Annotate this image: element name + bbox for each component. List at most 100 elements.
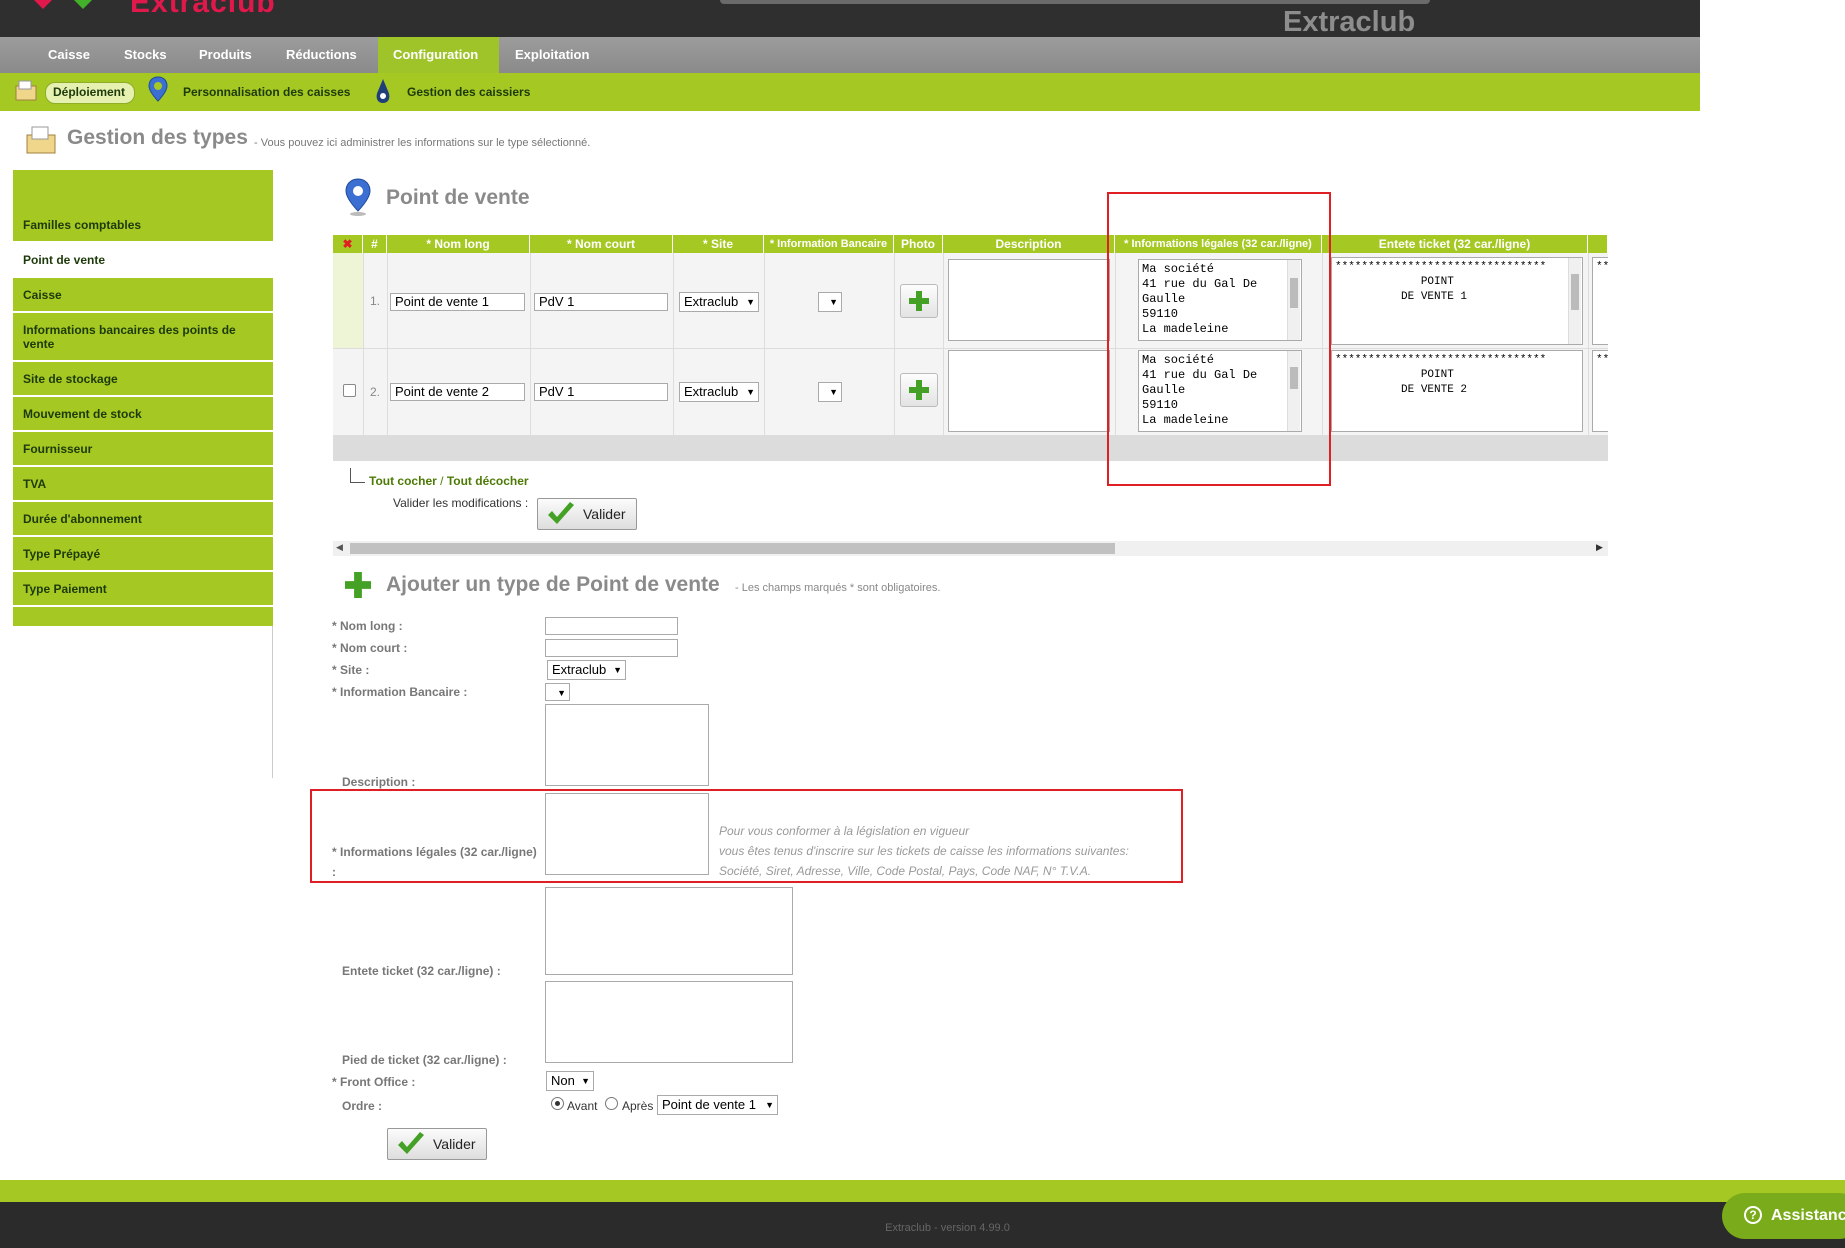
- nav-stocks[interactable]: Stocks: [124, 37, 167, 73]
- nav-reductions[interactable]: Réductions: [286, 37, 357, 73]
- section-title-point-de-vente: Point de vente: [386, 186, 530, 209]
- validate-grid-button-label: Valider: [583, 506, 626, 522]
- ordre-apres-radio[interactable]: [605, 1097, 618, 1110]
- col-separator: [1588, 253, 1589, 435]
- subnav-personnalisation[interactable]: Personnalisation des caisses: [183, 73, 350, 111]
- ordre-avant-label: Avant: [567, 1099, 598, 1113]
- row-entete-textarea[interactable]: ******************************** POINT D…: [1331, 257, 1583, 345]
- col-header-nom-court[interactable]: * Nom court: [530, 235, 673, 253]
- sidebar-item-type-paiement[interactable]: Type Paiement: [13, 572, 273, 607]
- chevron-down-icon: ▼: [765, 1100, 774, 1110]
- col-separator: [894, 253, 895, 435]
- col-header-site[interactable]: * Site: [673, 235, 764, 253]
- col-header-description[interactable]: Description: [943, 235, 1115, 253]
- site-select-value: Extraclub: [552, 662, 607, 677]
- sidebar-top: [13, 170, 273, 208]
- sidebar-item-infos-bancaires[interactable]: Informations bancaires des points de ven…: [13, 313, 273, 362]
- chevron-down-icon: ▼: [746, 387, 755, 397]
- horizontal-scrollbar-thumb[interactable]: [350, 543, 1115, 554]
- col-separator: [363, 253, 364, 435]
- nav-configuration[interactable]: Configuration: [393, 37, 478, 73]
- ordre-ref-select[interactable]: Point de vente 1 ▼: [657, 1095, 778, 1115]
- site-select[interactable]: Extraclub ▼: [547, 660, 626, 680]
- row-nom-long-input[interactable]: Point de vente 1: [390, 293, 525, 311]
- ordre-apres-label: Après: [622, 1099, 654, 1113]
- validate-grid-button[interactable]: Valider: [537, 498, 637, 530]
- col-header-info-bancaire[interactable]: * Information Bancaire: [764, 235, 894, 253]
- validate-modifications-label: Valider les modifications :: [393, 496, 529, 510]
- map-pin-icon: [148, 76, 168, 102]
- col-header-entete[interactable]: Entete ticket (32 car./ligne): [1322, 235, 1588, 253]
- subnav-deploiement[interactable]: Déploiement: [53, 73, 125, 111]
- info-bancaire-select[interactable]: ▼: [545, 683, 570, 701]
- chevron-down-icon: ▼: [613, 665, 622, 675]
- col-header-nom-long[interactable]: * Nom long: [387, 235, 530, 253]
- row-info-bancaire-select[interactable]: ▼: [818, 382, 842, 402]
- sidebar-item-familles[interactable]: Familles comptables: [13, 208, 273, 243]
- row-checkbox[interactable]: [343, 384, 356, 397]
- add-submit-button[interactable]: Valider: [387, 1128, 487, 1160]
- row-next-col-textarea[interactable]: **: [1592, 350, 1608, 432]
- row-info-bancaire-select[interactable]: ▼: [818, 292, 842, 312]
- cashier-icon: [376, 79, 390, 103]
- chevron-down-icon: ▼: [829, 387, 838, 397]
- delete-icon[interactable]: ✖: [342, 237, 352, 251]
- sidebar-item-point-de-vente[interactable]: Point de vente: [13, 243, 273, 278]
- logo-text: Extraclub: [130, 0, 276, 19]
- scroll-left-icon[interactable]: ◀: [336, 542, 343, 553]
- chevron-down-icon: ▼: [557, 688, 566, 698]
- label-info-bancaire: * Information Bancaire :: [332, 685, 468, 699]
- add-photo-button[interactable]: [900, 373, 938, 407]
- description-textarea[interactable]: [545, 704, 709, 786]
- label-entete-ticket: Entete ticket (32 car./ligne) :: [342, 964, 501, 978]
- ordre-avant-radio[interactable]: [551, 1097, 564, 1110]
- pied-ticket-textarea[interactable]: [545, 981, 793, 1063]
- row-next-col-textarea[interactable]: **: [1592, 257, 1608, 345]
- sidebar-item-duree-abonnement[interactable]: Durée d'abonnement: [13, 502, 273, 537]
- front-office-value: Non: [551, 1073, 575, 1088]
- footer-version: Extraclub - version 4.99.0: [885, 1222, 1010, 1234]
- entete-ticket-textarea[interactable]: [545, 887, 793, 975]
- nav-produits[interactable]: Produits: [199, 37, 252, 73]
- checkmark-icon: [398, 1132, 424, 1154]
- row-nom-court-input[interactable]: PdV 1: [534, 293, 668, 311]
- row-entete-textarea[interactable]: ******************************** POINT D…: [1331, 350, 1583, 432]
- assistance-button[interactable]: ? Assistance: [1722, 1193, 1845, 1239]
- sidebar-item-caisse[interactable]: Caisse: [13, 278, 273, 313]
- row-description-textarea[interactable]: [948, 350, 1110, 432]
- row-index: 1.: [370, 294, 381, 308]
- scroll-right-icon[interactable]: ▶: [1596, 542, 1603, 553]
- sidebar-item-mouvement-stock[interactable]: Mouvement de stock: [13, 397, 273, 432]
- nom-court-input[interactable]: [545, 639, 678, 657]
- plus-icon: [909, 291, 929, 311]
- check-all-link[interactable]: Tout cocher: [369, 474, 437, 488]
- label-ordre: Ordre :: [342, 1099, 383, 1113]
- grid-footer: [333, 435, 1608, 461]
- nav-exploitation[interactable]: Exploitation: [515, 37, 589, 73]
- front-office-select[interactable]: Non ▼: [546, 1071, 594, 1091]
- sidebar-item-fournisseur[interactable]: Fournisseur: [13, 432, 273, 467]
- row-nom-long-input[interactable]: Point de vente 2: [390, 383, 525, 401]
- sidebar-item-type-prepaye[interactable]: Type Prépayé: [13, 537, 273, 572]
- add-photo-button[interactable]: [900, 284, 938, 318]
- col-separator: [387, 253, 388, 435]
- chevron-down-icon: ▼: [746, 297, 755, 307]
- col-separator: [764, 253, 765, 435]
- nav-caisse[interactable]: Caisse: [48, 37, 90, 73]
- header-search-bar[interactable]: [720, 0, 1430, 4]
- sidebar-item-site-stockage[interactable]: Site de stockage: [13, 362, 273, 397]
- row-nom-court-input[interactable]: PdV 1: [534, 383, 668, 401]
- subnav-caissiers[interactable]: Gestion des caissiers: [407, 73, 530, 111]
- highlight-info-legales-field: [310, 789, 1183, 883]
- scrollbar[interactable]: [1568, 258, 1581, 344]
- row-site-select[interactable]: Extraclub ▼: [679, 382, 759, 402]
- col-header-photo: Photo: [894, 235, 943, 253]
- row-description-textarea[interactable]: [948, 259, 1110, 341]
- uncheck-all-link[interactable]: Tout décocher: [447, 474, 529, 488]
- sidebar-item-tva[interactable]: TVA: [13, 467, 273, 502]
- col-separator: [673, 253, 674, 435]
- row-site-select[interactable]: Extraclub ▼: [679, 292, 759, 312]
- col-separator: [530, 253, 531, 435]
- select-all-header[interactable]: ✖: [333, 235, 363, 253]
- nom-long-input[interactable]: [545, 617, 678, 635]
